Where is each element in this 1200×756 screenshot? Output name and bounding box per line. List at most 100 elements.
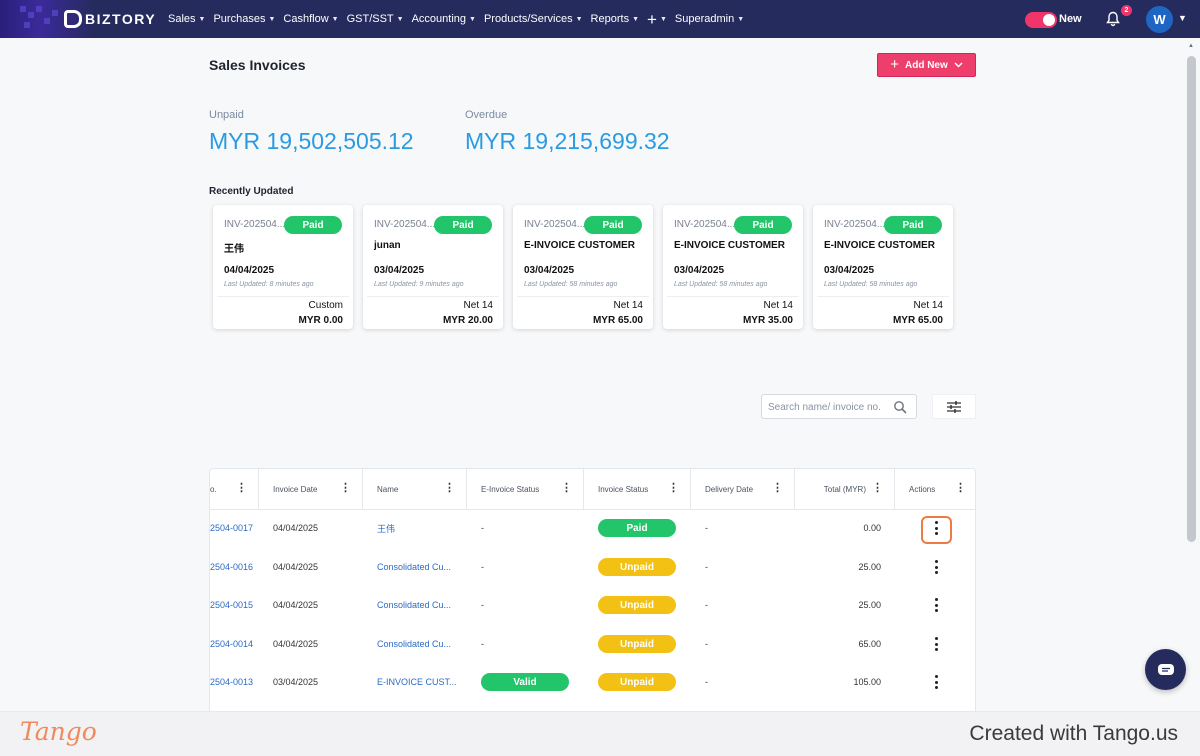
menu-quick-add[interactable]: + ▼ xyxy=(647,11,667,28)
table-row[interactable]: 2504-0017 04/04/2025 王伟 - Paid - 0.00 xyxy=(210,509,975,547)
divider xyxy=(667,296,799,297)
divider xyxy=(367,296,499,297)
status-badge: Paid xyxy=(434,216,492,234)
column-menu-icon[interactable]: ⋮ xyxy=(236,483,247,494)
customer-name-link[interactable]: 王伟 xyxy=(377,509,395,547)
card-invoice-number: INV-202504... xyxy=(674,219,736,230)
sliders-icon xyxy=(947,400,961,413)
search-icon[interactable] xyxy=(893,400,907,414)
menu-cashflow[interactable]: Cashflow ▼ xyxy=(283,13,338,25)
status-badge: Paid xyxy=(584,216,642,234)
add-new-button[interactable]: + Add New xyxy=(877,53,976,77)
logo[interactable]: BIZTORY xyxy=(0,0,160,38)
card-date: 03/04/2025 xyxy=(374,265,425,276)
more-vertical-icon xyxy=(934,598,938,612)
card-amount: MYR 20.00 xyxy=(442,315,493,326)
column-header-name[interactable]: Name ⋮ xyxy=(363,469,467,510)
card-last-updated: Last Updated: 58 minutes ago xyxy=(824,281,918,288)
recent-invoice-card[interactable]: INV-202504... Paid 王伟 04/04/2025 Last Up… xyxy=(213,205,353,329)
card-date: 03/04/2025 xyxy=(524,265,575,276)
notification-badge: 2 xyxy=(1121,5,1132,16)
row-actions-button[interactable] xyxy=(934,663,938,701)
invoice-number-link[interactable]: 2504-0013 xyxy=(210,663,253,701)
table-row[interactable]: 2504-0013 03/04/2025 E-INVOICE CUST... V… xyxy=(210,663,975,701)
status-badge: Paid xyxy=(284,216,342,234)
card-customer-name: 王伟 xyxy=(224,244,244,255)
overdue-value: MYR 19,215,699.32 xyxy=(465,128,670,154)
invoice-number-link[interactable]: 2504-0017 xyxy=(210,509,253,547)
table-row[interactable]: 2504-0016 04/04/2025 Consolidated Cu... … xyxy=(210,548,975,586)
row-actions-button[interactable] xyxy=(934,548,938,586)
total-amount: 0.00 xyxy=(863,523,881,533)
einvoice-status: - xyxy=(481,600,484,610)
card-payment-term: Net 14 xyxy=(913,300,943,311)
chevron-down-icon[interactable]: ▼ xyxy=(1178,13,1187,23)
column-header-delivery-date[interactable]: Delivery Date ⋮ xyxy=(691,469,795,510)
recent-invoice-card[interactable]: INV-202504... Paid E-INVOICE CUSTOMER 03… xyxy=(513,205,653,329)
row-actions-button[interactable] xyxy=(934,586,938,624)
column-menu-icon[interactable]: ⋮ xyxy=(872,483,883,494)
chevron-down-icon: ▼ xyxy=(575,15,583,23)
menu-products-services[interactable]: Products/Services ▼ xyxy=(484,13,583,25)
invoice-number-link[interactable]: 2504-0015 xyxy=(210,586,253,624)
column-header-total[interactable]: Total (MYR) ⋮ xyxy=(795,469,895,510)
divider xyxy=(517,296,649,297)
card-invoice-number: INV-202504... xyxy=(374,219,436,230)
invoice-number-link[interactable]: 2504-0014 xyxy=(210,625,253,663)
column-header-invoice-date[interactable]: Invoice Date ⋮ xyxy=(259,469,363,510)
einvoice-status: - xyxy=(481,523,484,533)
customer-name-link[interactable]: Consolidated Cu... xyxy=(377,625,451,663)
customer-name-link[interactable]: Consolidated Cu... xyxy=(377,586,451,624)
column-header-invoice-no[interactable]: o. ⋮ xyxy=(210,469,259,510)
column-menu-icon[interactable]: ⋮ xyxy=(772,483,783,494)
delivery-date: - xyxy=(705,523,708,533)
einvoice-valid-badge: Valid xyxy=(481,673,569,691)
card-invoice-number: INV-202504... xyxy=(824,219,886,230)
table-row[interactable]: 2504-0015 04/04/2025 Consolidated Cu... … xyxy=(210,586,975,624)
recent-invoice-card[interactable]: INV-202504... Paid junan 03/04/2025 Last… xyxy=(363,205,503,329)
customer-name-link[interactable]: E-INVOICE CUST... xyxy=(377,663,457,701)
status-badge: Unpaid xyxy=(598,558,676,576)
new-ui-toggle[interactable] xyxy=(1025,12,1057,28)
menu-reports[interactable]: Reports ▼ xyxy=(591,13,639,25)
add-new-label: Add New xyxy=(904,59,948,71)
column-header-einvoice-status[interactable]: E-Invoice Status ⋮ xyxy=(467,469,584,510)
column-menu-icon[interactable]: ⋮ xyxy=(668,483,679,494)
card-invoice-number: INV-202504... xyxy=(224,219,286,230)
page-scrollbar[interactable] xyxy=(1187,56,1196,542)
column-menu-icon[interactable]: ⋮ xyxy=(444,483,455,494)
column-settings-button[interactable] xyxy=(932,394,976,419)
more-vertical-icon xyxy=(934,560,938,574)
column-menu-icon[interactable]: ⋮ xyxy=(955,483,966,494)
search-input[interactable] xyxy=(768,399,888,415)
menu-accounting[interactable]: Accounting ▼ xyxy=(412,13,476,25)
more-vertical-icon xyxy=(934,637,938,651)
table-row[interactable]: 2504-0014 04/04/2025 Consolidated Cu... … xyxy=(210,625,975,663)
customer-name-link[interactable]: Consolidated Cu... xyxy=(377,548,451,586)
row-actions-button[interactable] xyxy=(934,625,938,663)
column-menu-icon[interactable]: ⋮ xyxy=(340,483,351,494)
recent-invoice-card[interactable]: INV-202504... Paid E-INVOICE CUSTOMER 03… xyxy=(813,205,953,329)
invoice-date: 03/04/2025 xyxy=(273,677,319,687)
recent-invoice-card[interactable]: INV-202504... Paid E-INVOICE CUSTOMER 03… xyxy=(663,205,803,329)
column-menu-icon[interactable]: ⋮ xyxy=(561,483,572,494)
chevron-down-icon: ▼ xyxy=(469,15,476,23)
chat-icon xyxy=(1157,663,1174,675)
chat-button[interactable] xyxy=(1145,649,1186,690)
bell-icon[interactable] xyxy=(1106,11,1120,27)
menu-sales[interactable]: Sales ▼ xyxy=(168,13,205,25)
scroll-up-arrow-icon[interactable]: ▲ xyxy=(1188,43,1194,49)
card-last-updated: Last Updated: 58 minutes ago xyxy=(524,281,618,288)
delivery-date: - xyxy=(705,600,708,610)
card-payment-term: Net 14 xyxy=(463,300,493,311)
card-customer-name: E-INVOICE CUSTOMER xyxy=(824,240,935,251)
menu-purchases[interactable]: Purchases ▼ xyxy=(213,13,275,25)
invoice-date: 04/04/2025 xyxy=(273,639,319,649)
avatar[interactable]: W xyxy=(1146,6,1173,33)
menu-gst-sst[interactable]: GST/SST ▼ xyxy=(347,13,404,25)
invoice-number-link[interactable]: 2504-0016 xyxy=(210,548,253,586)
menu-superadmin[interactable]: Superadmin ▼ xyxy=(675,13,744,25)
status-badge: Unpaid xyxy=(598,635,676,653)
column-header-invoice-status[interactable]: Invoice Status ⋮ xyxy=(584,469,691,510)
status-badge: Unpaid xyxy=(598,673,676,691)
